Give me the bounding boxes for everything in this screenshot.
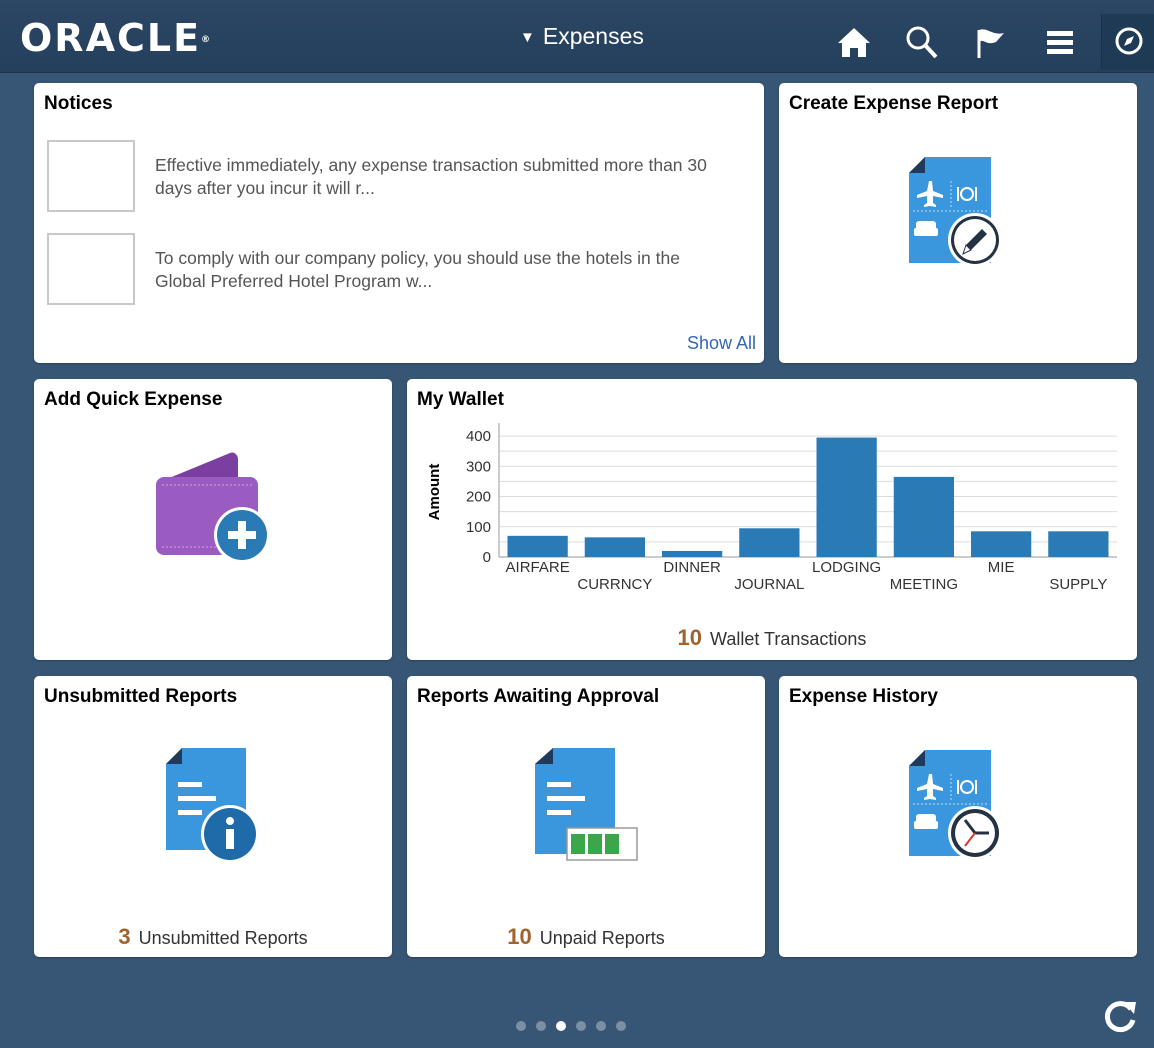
- add-quick-expense-tile[interactable]: Add Quick Expense: [34, 379, 392, 660]
- unsubmitted-reports-tile[interactable]: Unsubmitted Reports 3 Unsubmitted Reports: [34, 676, 392, 957]
- chart-bar: [1048, 531, 1109, 557]
- chart-bar: [739, 528, 800, 557]
- chart-bar: [584, 537, 646, 557]
- wallet-count-summary: 10 Wallet Transactions: [407, 625, 1137, 651]
- expense-history-tile[interactable]: Expense History: [779, 676, 1137, 957]
- x-tick-label: MIE: [988, 559, 1015, 576]
- y-axis-label: Amount: [426, 464, 443, 521]
- page-dot-active[interactable]: [556, 1021, 566, 1031]
- notices-tile[interactable]: Notices Effective immediately, any expen…: [34, 83, 764, 363]
- reports-awaiting-approval-tile[interactable]: Reports Awaiting Approval 10 Unpaid Repor…: [407, 676, 765, 957]
- tile-title: Notices: [44, 93, 113, 114]
- page-dot[interactable]: [576, 1021, 586, 1031]
- my-wallet-tile[interactable]: My Wallet 0 100 200 300 400 Amount AIRFARE CURR…: [407, 379, 1137, 660]
- unsubmitted-count-label: Unsubmitted Reports: [138, 928, 308, 948]
- tile-title: Unsubmitted Reports: [44, 686, 238, 707]
- notice-item[interactable]: Effective immediately, any expense trans…: [155, 154, 715, 200]
- awaiting-count-label: Unpaid Reports: [539, 928, 665, 948]
- compass-icon: [1115, 27, 1143, 55]
- y-tick-label: 300: [466, 458, 491, 475]
- header-bar: ORACLE® ▼ Expenses: [0, 0, 1154, 73]
- x-tick-label: DINNER: [663, 559, 721, 576]
- tile-title: Add Quick Expense: [44, 389, 223, 410]
- wallet-bar-chart: 0 100 200 300 400 Amount AIRFARE CURRNCY DINNER J…: [426, 423, 1117, 593]
- y-tick-label: 200: [466, 489, 491, 506]
- x-tick-label: MEETING: [890, 576, 958, 593]
- notice-thumbnail[interactable]: [47, 140, 135, 212]
- chart-bar: [507, 535, 568, 557]
- menu-icon[interactable]: [1042, 24, 1078, 60]
- refresh-icon[interactable]: [1100, 996, 1140, 1036]
- awaiting-count-summary: 10 Unpaid Reports: [407, 924, 765, 950]
- tile-title: Reports Awaiting Approval: [417, 686, 660, 707]
- notice-thumbnail[interactable]: [47, 233, 135, 305]
- navbar-title-dropdown[interactable]: ▼ Expenses: [520, 22, 644, 54]
- tile-title: Create Expense Report: [789, 93, 999, 114]
- report-info-icon: [166, 748, 259, 863]
- page-dot[interactable]: [616, 1021, 626, 1031]
- page-indicator: [516, 1018, 636, 1036]
- tile-title: My Wallet: [417, 389, 504, 410]
- awaiting-count: 10: [507, 924, 532, 949]
- oracle-logo[interactable]: ORACLE®: [20, 18, 210, 58]
- chart-bar: [816, 437, 877, 557]
- navbar-title: Expenses: [542, 23, 644, 49]
- page-dot[interactable]: [596, 1021, 606, 1031]
- x-tick-label: AIRFARE: [506, 559, 570, 576]
- search-icon[interactable]: [904, 24, 940, 60]
- wallet-count-label: Wallet Transactions: [710, 629, 867, 649]
- y-tick-label: 400: [466, 428, 491, 445]
- compass-button[interactable]: [1101, 14, 1154, 70]
- wallet-add-icon: [156, 452, 270, 563]
- x-tick-label: LODGING: [812, 559, 881, 576]
- expense-history-clock-icon: [909, 750, 1002, 860]
- create-expense-report-tile[interactable]: Create Expense Report: [779, 83, 1137, 363]
- notice-item[interactable]: To comply with our company policy, you s…: [155, 247, 715, 293]
- unsubmitted-count-summary: 3 Unsubmitted Reports: [34, 924, 392, 950]
- logo-text: ORACLE: [20, 16, 202, 60]
- home-icon[interactable]: [836, 24, 872, 60]
- tile-title: Expense History: [789, 686, 938, 707]
- page-dot[interactable]: [516, 1021, 526, 1031]
- page-dot[interactable]: [536, 1021, 546, 1031]
- y-tick-label: 0: [483, 549, 491, 566]
- chart-bar: [970, 531, 1032, 557]
- show-all-link[interactable]: Show All: [687, 333, 756, 354]
- x-tick-label: JOURNAL: [734, 576, 804, 593]
- unsubmitted-count: 3: [118, 924, 131, 949]
- chart-bar: [661, 550, 723, 557]
- x-tick-label: SUPPLY: [1049, 576, 1107, 593]
- caret-down-icon: ▼: [520, 29, 535, 46]
- flag-icon[interactable]: [972, 24, 1008, 60]
- chart-bar: [893, 476, 955, 557]
- y-tick-label: 100: [466, 519, 491, 536]
- report-progress-icon: [535, 748, 638, 861]
- expense-report-edit-icon: [909, 157, 1002, 267]
- x-tick-label: CURRNCY: [577, 576, 652, 593]
- wallet-count: 10: [677, 625, 703, 650]
